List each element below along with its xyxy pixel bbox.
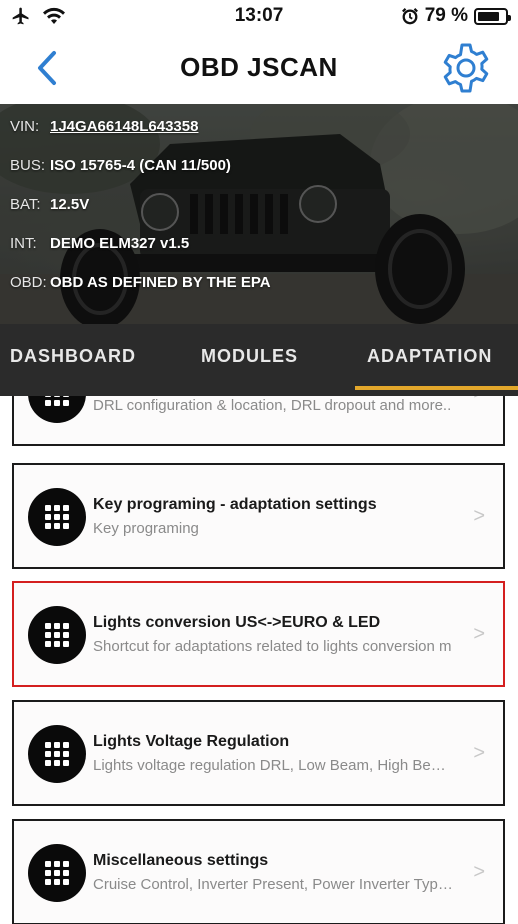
bat-row: BAT: 12.5V — [10, 196, 89, 213]
grid-menu-icon — [28, 488, 86, 546]
grid-dot — [45, 400, 51, 406]
status-bar: 13:07 79 % — [0, 0, 518, 32]
grid-dot — [54, 632, 60, 638]
bat-label: BAT: — [10, 196, 41, 213]
obd-row: OBD: OBD AS DEFINED BY THE EPA — [10, 274, 271, 291]
tab-modules[interactable]: MODULES — [201, 346, 298, 367]
list-item-subtitle: Key programing — [93, 520, 199, 537]
grid-dot — [45, 514, 51, 520]
list-item-subtitle: DRL configuration & location, DRL dropou… — [93, 397, 452, 414]
bat-value: 12.5V — [50, 196, 90, 213]
alarm-icon — [401, 8, 418, 25]
grid-dot — [63, 861, 69, 867]
grid-dot — [63, 760, 69, 766]
tab-dashboard[interactable]: DASHBOARD — [10, 346, 136, 367]
grid-dot — [45, 861, 51, 867]
vin-label: VIN: — [10, 118, 40, 135]
status-right-icons: 79 % — [401, 5, 511, 27]
grid-dot — [45, 505, 51, 511]
int-label: INT: — [10, 235, 37, 252]
grid-dot — [63, 641, 69, 647]
list-item-title: Key programing - adaptation settings — [93, 496, 377, 513]
grid-dot — [54, 760, 60, 766]
grid-dot — [45, 641, 51, 647]
obd-value: OBD AS DEFINED BY THE EPA — [50, 274, 271, 291]
grid-dot — [54, 623, 60, 629]
gear-icon — [443, 43, 489, 93]
grid-dot — [54, 751, 60, 757]
bus-label: BUS: — [10, 157, 46, 174]
vehicle-background-image — [0, 104, 518, 324]
grid-dot — [45, 523, 51, 529]
nav-bar: OBD JSCAN — [0, 32, 518, 104]
grid-dot — [54, 641, 60, 647]
chevron-right-icon: > — [473, 505, 485, 527]
grid-dot — [45, 742, 51, 748]
int-row: INT: DEMO ELM327 v1.5 — [10, 235, 189, 252]
chevron-right-icon: > — [473, 396, 485, 405]
tab-adaptation[interactable]: ADAPTATION — [367, 346, 492, 367]
grid-dot — [54, 870, 60, 876]
grid-dot — [63, 751, 69, 757]
active-tab-indicator — [355, 386, 518, 390]
grid-dot — [63, 632, 69, 638]
list-item-subtitle: Lights voltage regulation DRL, Low Beam,… — [93, 757, 453, 774]
list-item[interactable]: Lights Voltage Regulation Lights voltage… — [12, 700, 505, 806]
grid-dot — [45, 632, 51, 638]
battery-tip — [508, 14, 511, 21]
grid-menu-icon — [28, 844, 86, 902]
grid-dot — [54, 523, 60, 529]
list-item[interactable]: Key programing - adaptation settings Key… — [12, 463, 505, 569]
grid-dot — [63, 514, 69, 520]
grid-dot — [45, 760, 51, 766]
grid-dot — [54, 396, 60, 397]
list-item-subtitle: Shortcut for adaptations related to ligh… — [93, 638, 452, 655]
grid-dot — [63, 742, 69, 748]
grid-dot — [45, 879, 51, 885]
grid-dot — [63, 623, 69, 629]
list-item-title: Miscellaneous settings — [93, 852, 269, 869]
adaptation-list: DRL configuration & location, DRL dropou… — [0, 396, 518, 924]
grid-menu-icon — [28, 606, 86, 664]
battery-percent: 79 % — [424, 5, 468, 26]
grid-dot — [54, 514, 60, 520]
list-item[interactable]: Miscellaneous settings Cruise Control, I… — [12, 819, 505, 924]
vin-row: VIN: 1J4GA66148L643358 — [10, 118, 198, 135]
grid-dot — [54, 861, 60, 867]
list-item-title: Lights Voltage Regulation — [93, 733, 290, 750]
grid-menu-icon — [28, 396, 86, 423]
list-item[interactable]: DRL configuration & location, DRL dropou… — [12, 396, 505, 446]
grid-dot — [63, 523, 69, 529]
grid-dot — [45, 623, 51, 629]
grid-dot — [63, 505, 69, 511]
grid-dot — [63, 400, 69, 406]
grid-dot — [45, 396, 51, 397]
grid-dot — [63, 870, 69, 876]
grid-dot — [63, 879, 69, 885]
grid-dot — [54, 879, 60, 885]
vehicle-info-panel: VIN: 1J4GA66148L643358 BUS: ISO 15765-4 … — [0, 104, 518, 324]
chevron-right-icon: > — [473, 742, 485, 764]
grid-dot — [54, 742, 60, 748]
chevron-right-icon: > — [473, 623, 485, 645]
obd-label: OBD: — [10, 274, 47, 291]
vin-value[interactable]: 1J4GA66148L643358 — [50, 118, 198, 135]
grid-dot — [63, 396, 69, 397]
list-item-title: Lights conversion US<->EURO & LED — [93, 614, 381, 631]
grid-dot — [54, 400, 60, 406]
grid-dot — [54, 505, 60, 511]
list-item-selected[interactable]: Lights conversion US<->EURO & LED Shortc… — [12, 581, 505, 687]
battery-level — [478, 11, 499, 21]
settings-button[interactable] — [438, 40, 494, 96]
battery-icon — [474, 7, 511, 25]
list-item-subtitle: Cruise Control, Inverter Present, Power … — [93, 876, 453, 893]
grid-menu-icon — [28, 725, 86, 783]
grid-dot — [45, 751, 51, 757]
bus-value: ISO 15765-4 (CAN 11/500) — [50, 157, 231, 174]
grid-dot — [45, 870, 51, 876]
int-value: DEMO ELM327 v1.5 — [50, 235, 190, 252]
chevron-right-icon: > — [473, 861, 485, 883]
bus-row: BUS: ISO 15765-4 (CAN 11/500) — [10, 157, 231, 174]
